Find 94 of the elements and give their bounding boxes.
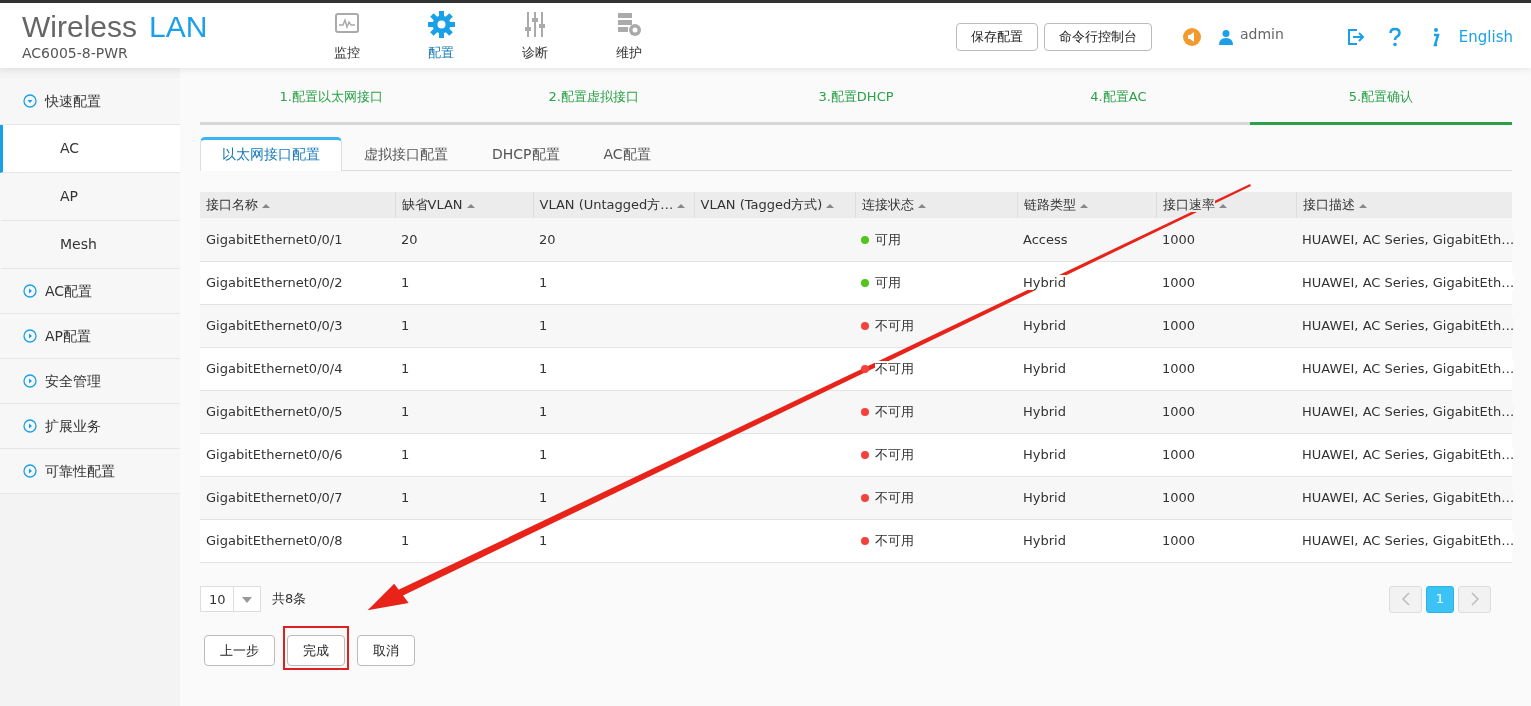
- sort-icon[interactable]: [1218, 203, 1227, 210]
- sort-icon[interactable]: [917, 203, 926, 210]
- table-cell: Hybrid: [1023, 403, 1066, 419]
- table-cell: HUAWEI, AC Series, GigabitEth…: [1302, 403, 1515, 419]
- caret-icon: [242, 597, 252, 603]
- status-text: 不可用: [875, 403, 914, 419]
- table-cell: GigabitEthernet0/0/5: [206, 403, 343, 419]
- column-header[interactable]: 接口名称: [200, 192, 395, 218]
- table-cell: HUAWEI, AC Series, GigabitEth…: [1302, 317, 1515, 333]
- nav-tab[interactable]: 诊断: [488, 3, 582, 64]
- status-text: 不可用: [875, 532, 914, 548]
- table-cell: Hybrid: [1023, 317, 1066, 333]
- gear-icon: [426, 10, 456, 39]
- nav-tab[interactable]: 维护: [582, 3, 676, 64]
- table-cell: GigabitEthernet0/0/1: [206, 231, 343, 247]
- sidebar-group[interactable]: 安全管理: [0, 359, 180, 404]
- action-button[interactable]: 上一步: [204, 634, 275, 666]
- sidebar-item[interactable]: Mesh: [0, 221, 180, 269]
- sidebar-group[interactable]: 快速配置: [0, 78, 180, 125]
- help-icon[interactable]: [1387, 26, 1402, 47]
- table-cell: HUAWEI, AC Series, GigabitEth…: [1302, 231, 1515, 247]
- table-cell: HUAWEI, AC Series, GigabitEth…: [1302, 489, 1515, 505]
- table-cell: GigabitEthernet0/0/3: [206, 317, 343, 333]
- nav-tab[interactable]: 配置: [394, 3, 488, 64]
- table-cell: HUAWEI, AC Series, GigabitEth…: [1302, 446, 1515, 462]
- username: admin: [1239, 25, 1284, 45]
- save-config-button[interactable]: 保存配置: [955, 23, 1038, 51]
- sidebar-item[interactable]: AP: [0, 173, 180, 221]
- table-cell: Hybrid: [1023, 489, 1066, 505]
- column-header[interactable]: 缺省VLAN: [395, 192, 533, 218]
- expand-icon: [23, 419, 37, 433]
- wizard-step: 4.配置AC: [987, 72, 1250, 125]
- logout-icon[interactable]: [1345, 26, 1366, 47]
- sidebar-item[interactable]: AC: [0, 125, 180, 173]
- tab[interactable]: 虚拟接口配置: [342, 137, 470, 170]
- wizard-step: 2.配置虚拟接口: [462, 72, 725, 125]
- table-cell: HUAWEI, AC Series, GigabitEth…: [1302, 274, 1515, 290]
- chevron-left-icon: [1401, 592, 1410, 606]
- sort-icon[interactable]: [466, 203, 475, 210]
- sidebar-group[interactable]: AC配置: [0, 269, 180, 314]
- tab[interactable]: 以太网接口配置: [200, 137, 342, 171]
- status-text: 不可用: [875, 489, 914, 505]
- sidebar-group[interactable]: 扩展业务: [0, 404, 180, 449]
- table-cell: GigabitEthernet0/0/6: [206, 446, 343, 462]
- sort-icon[interactable]: [826, 203, 835, 210]
- column-header[interactable]: VLAN (Untagged方…: [533, 192, 694, 218]
- tab[interactable]: AC配置: [581, 137, 673, 170]
- status-text: 不可用: [875, 360, 914, 376]
- page-size-select[interactable]: 10: [200, 586, 261, 612]
- user-icon: [1217, 28, 1234, 45]
- status-text: 不可用: [875, 317, 914, 333]
- column-header[interactable]: 链路类型: [1017, 192, 1156, 218]
- column-header[interactable]: VLAN (Tagged方式): [694, 192, 855, 218]
- sort-icon[interactable]: [1358, 203, 1367, 210]
- column-header[interactable]: 接口描述: [1296, 192, 1512, 218]
- column-header[interactable]: 连接状态: [855, 192, 1017, 218]
- console-button[interactable]: 命令行控制台: [1043, 23, 1152, 51]
- table-cell: GigabitEthernet0/0/4: [206, 360, 343, 376]
- speaker-icon[interactable]: [1181, 26, 1202, 47]
- table-cell: Hybrid: [1023, 360, 1066, 376]
- table-cell: Hybrid: [1023, 274, 1066, 290]
- status-text: 不可用: [875, 446, 914, 462]
- table-cell: HUAWEI, AC Series, GigabitEth…: [1302, 532, 1515, 548]
- action-button[interactable]: 完成: [287, 634, 345, 666]
- collapse-icon: [23, 94, 37, 108]
- table-cell: GigabitEthernet0/0/2: [206, 274, 343, 290]
- sort-icon[interactable]: [677, 203, 686, 210]
- status-text: 可用: [875, 274, 901, 290]
- table-cell: Hybrid: [1023, 532, 1066, 548]
- expand-icon: [23, 284, 37, 298]
- device-model: AC6005-8-PWR: [22, 44, 129, 63]
- sort-icon[interactable]: [1079, 203, 1088, 210]
- expand-icon: [23, 329, 37, 343]
- expand-icon: [23, 464, 37, 478]
- status-text: 可用: [875, 231, 901, 247]
- sidebar-group[interactable]: 可靠性配置: [0, 449, 180, 494]
- nav-tab[interactable]: 监控: [300, 3, 394, 64]
- wizard-step: 3.配置DHCP: [724, 72, 988, 125]
- table-cell: GigabitEthernet0/0/8: [206, 532, 343, 548]
- table-cell: HUAWEI, AC Series, GigabitEth…: [1302, 360, 1515, 376]
- column-header[interactable]: 接口速率: [1156, 192, 1296, 218]
- expand-icon: [23, 374, 37, 388]
- app-title-accent: LAN: [149, 11, 208, 43]
- sort-icon[interactable]: [262, 203, 270, 210]
- chevron-right-icon: [1470, 592, 1479, 606]
- total-count: 共8条: [272, 590, 307, 609]
- sidebar-group[interactable]: AP配置: [0, 314, 180, 359]
- action-button[interactable]: 取消: [357, 634, 415, 666]
- tab[interactable]: DHCP配置: [470, 137, 582, 170]
- app-title: Wireless: [22, 11, 137, 43]
- wizard-step: 5.配置确认: [1249, 72, 1513, 125]
- table-cell: Hybrid: [1023, 446, 1066, 462]
- table-cell: GigabitEthernet0/0/7: [206, 489, 343, 505]
- wizard-step: 1.配置以太网接口: [200, 72, 463, 125]
